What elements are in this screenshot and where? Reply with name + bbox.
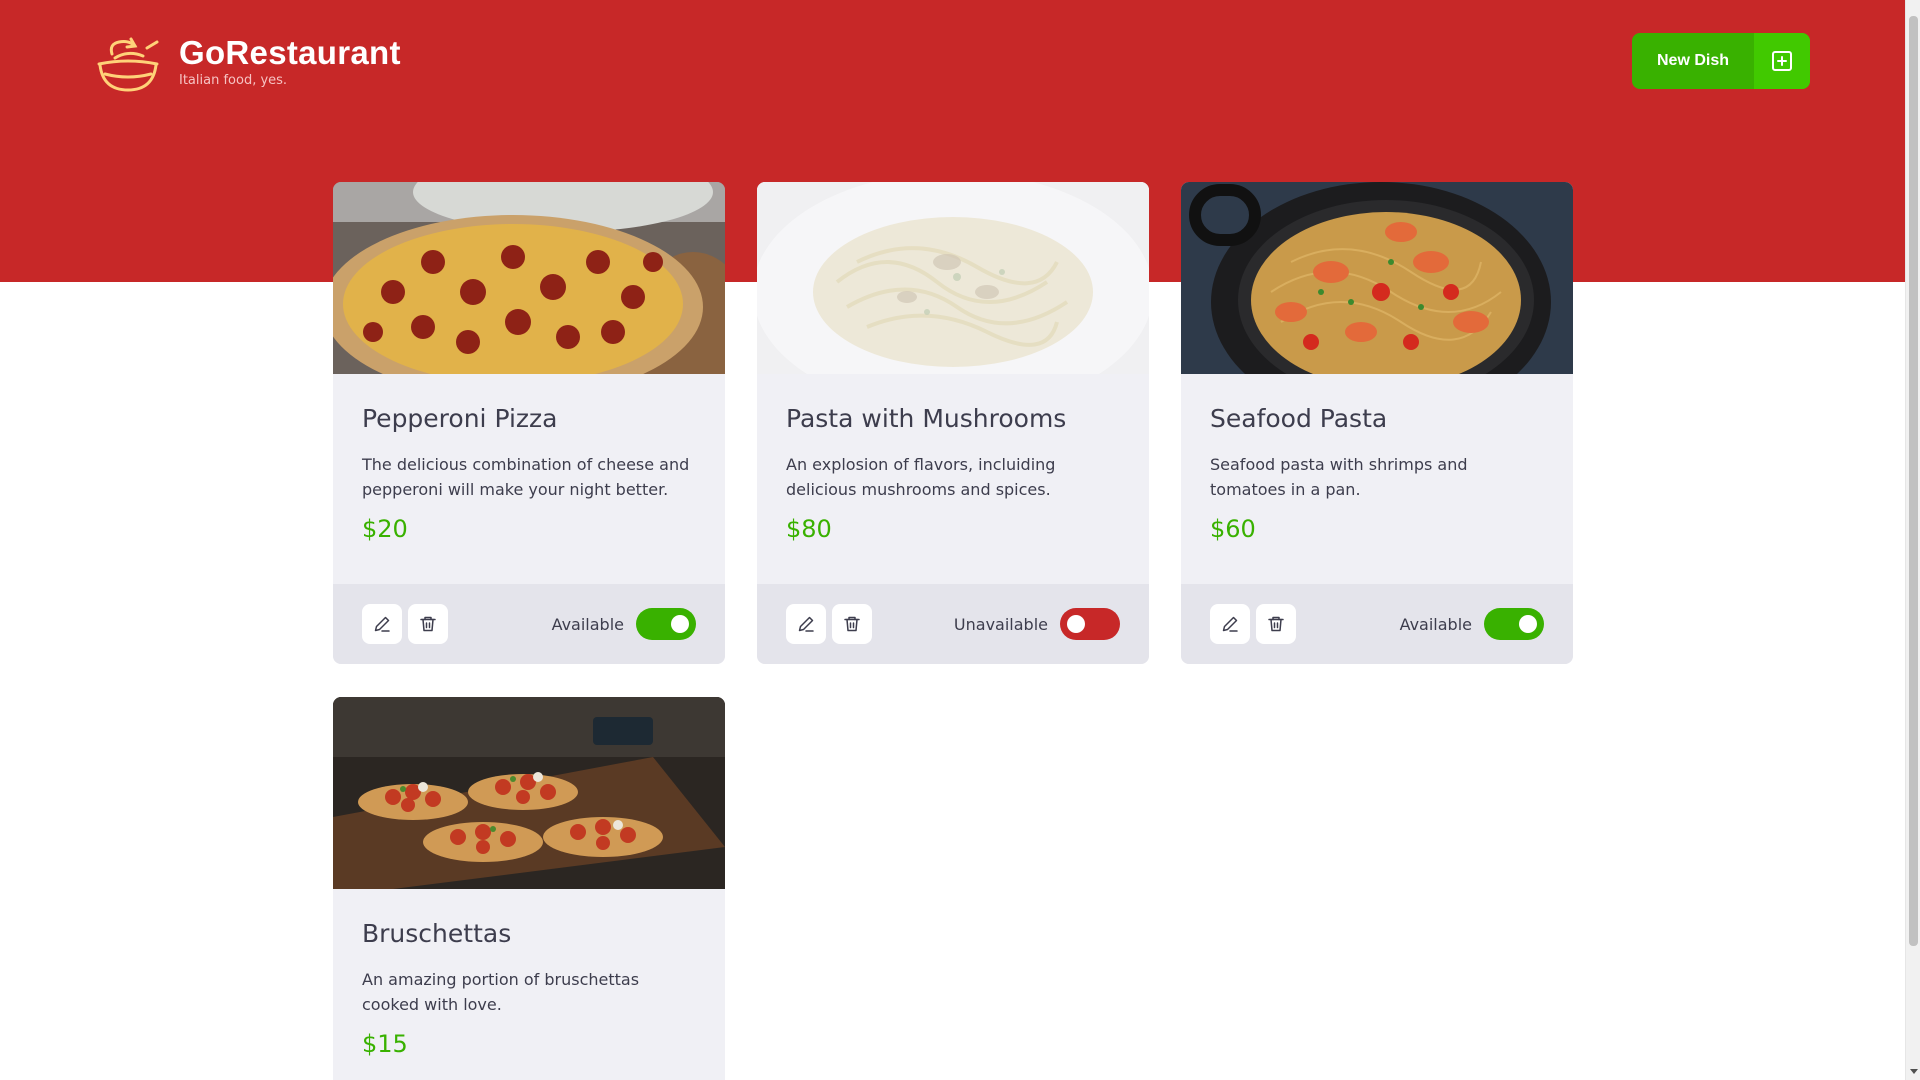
dish-card: Seafood Pasta Seafood pasta with shrimps… — [1181, 182, 1573, 664]
dish-card: Pepperoni Pizza The delicious combinatio… — [333, 182, 725, 664]
dish-card: Pasta with Mushrooms An explosion of fla… — [757, 182, 1149, 664]
dish-card-footer: Available — [333, 584, 725, 664]
dish-card-footer: Available — [1181, 584, 1573, 664]
seafood-pasta-image — [1181, 182, 1573, 374]
dish-price: $60 — [1210, 515, 1256, 543]
dish-name: Pasta with Mushrooms — [786, 404, 1067, 433]
availability-label: Unavailable — [953, 614, 1048, 634]
availability-toggle[interactable] — [1484, 608, 1544, 640]
dish-name: Pepperoni Pizza — [362, 404, 558, 433]
dish-card-footer: Unavailable — [757, 584, 1149, 664]
delete-button[interactable] — [832, 604, 872, 644]
brand-subtitle: Italian food, yes. — [179, 72, 288, 88]
edit-button[interactable] — [362, 604, 402, 644]
pasta-with-mushrooms-image — [757, 182, 1149, 374]
delete-button[interactable] — [408, 604, 448, 644]
dish-card: Bruschettas An amazing portion of brusch… — [333, 697, 725, 1080]
edit-button[interactable] — [1210, 604, 1250, 644]
new-dish-button[interactable]: New Dish — [1632, 33, 1810, 89]
bruschettas-image — [333, 697, 725, 889]
availability-label: Available — [551, 614, 624, 634]
new-dish-label: New Dish — [1656, 52, 1729, 69]
pencil-icon — [374, 616, 390, 632]
dish-description: An amazing portion of bruschettas cooked… — [362, 970, 640, 1014]
scroll-down-icon[interactable] — [1910, 1069, 1918, 1074]
pepperoni-pizza-image — [333, 182, 725, 374]
brand: GoRestaurant Italian food, yes. — [95, 28, 401, 94]
delete-button[interactable] — [1256, 604, 1296, 644]
pencil-icon — [1222, 616, 1238, 632]
bowl-icon — [97, 37, 159, 92]
scrollbar-thumb[interactable] — [1909, 16, 1918, 946]
edit-button[interactable] — [786, 604, 826, 644]
availability-toggle[interactable] — [1060, 608, 1120, 640]
dish-description: An explosion of flavors, incluiding deli… — [786, 455, 1056, 499]
dish-name: Seafood Pasta — [1210, 404, 1388, 433]
trash-icon — [420, 616, 436, 632]
dish-name: Bruschettas — [362, 919, 512, 948]
dish-price: $20 — [362, 515, 408, 543]
dish-description: The delicious combination of cheese and … — [362, 455, 690, 499]
toggle-knob — [1519, 615, 1537, 633]
availability-toggle[interactable] — [636, 608, 696, 640]
toggle-knob — [671, 615, 689, 633]
plus-square-icon — [1754, 33, 1810, 89]
dish-price: $80 — [786, 515, 832, 543]
pencil-icon — [798, 616, 814, 632]
trash-icon — [844, 616, 860, 632]
dish-price: $15 — [362, 1030, 408, 1058]
trash-icon — [1268, 616, 1284, 632]
page-scrollbar[interactable] — [1905, 0, 1920, 1080]
dish-description: Seafood pasta with shrimps and tomatoes … — [1210, 455, 1468, 499]
brand-title: GoRestaurant — [179, 33, 401, 71]
availability-label: Available — [1399, 614, 1472, 634]
toggle-knob — [1067, 615, 1085, 633]
